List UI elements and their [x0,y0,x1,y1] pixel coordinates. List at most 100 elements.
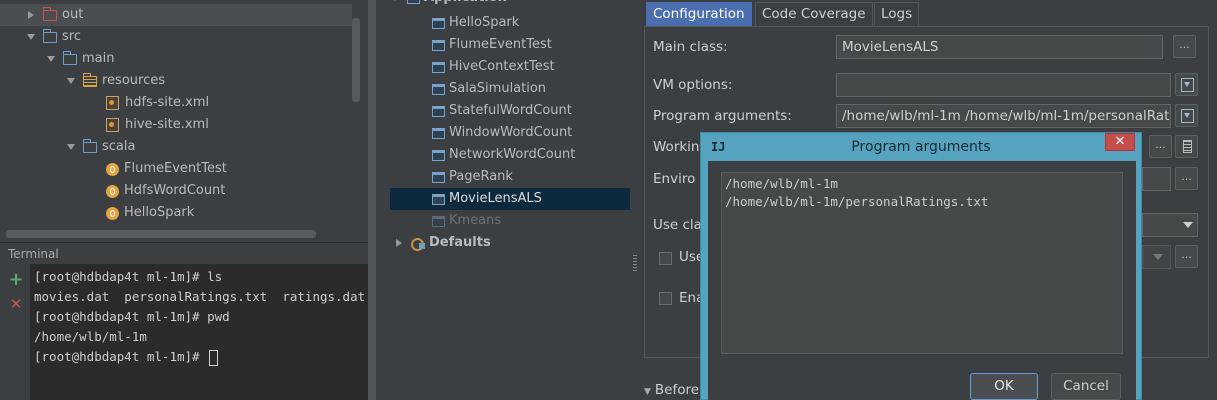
tree-item-hellospark[interactable]: HelloSpark [106,202,194,224]
tree-item-main[interactable]: main [46,48,114,70]
use-checkbox[interactable] [659,252,672,265]
run-config-tree: Application HelloSpark FlumeEventTest Hi… [376,0,632,400]
xml-file-icon [106,118,119,132]
vm-options-input[interactable] [836,73,1171,97]
collapse-arrow-icon: ▼ [644,387,651,397]
argument-line: /home/wlb/ml-1m [725,176,838,191]
collapse-arrow-icon[interactable] [66,142,76,152]
terminal-prompt-line[interactable]: [root@hdbdap4t ml-1m]# [34,347,368,367]
config-item-label: NetworkWordCount [449,147,576,162]
folder-icon [42,6,57,21]
config-item-label: Kmeans [449,213,502,228]
tree-item-scala[interactable]: scala [66,136,135,158]
tree-item-label: hive-site.xml [125,117,209,132]
tree-item-label: resources [102,73,166,88]
resources-folder-icon [82,72,97,87]
enable-checkbox[interactable] [659,292,672,305]
close-icon[interactable]: ✕ [1105,133,1135,151]
before-launch-section[interactable]: ▼ Before [644,382,699,398]
panel-splitter[interactable] [368,0,376,400]
tree-item-label: hdfs-site.xml [125,95,210,110]
config-item-statefulwordcount[interactable]: StatefulWordCount [390,100,630,122]
tree-item-src[interactable]: src [26,26,81,48]
config-item-salasimulation[interactable]: SalaSimulation [390,78,630,100]
application-config-icon [432,105,445,117]
config-item-windowwordcount[interactable]: WindowWordCount [390,122,630,144]
expand-editor-icon[interactable] [1175,73,1198,96]
application-config-icon [432,149,445,161]
browse-button[interactable]: ... [1173,35,1196,58]
splitter-grip[interactable] [633,255,637,273]
browse-button[interactable]: ... [1175,167,1198,190]
environment-variables-label: Enviro [653,171,696,187]
config-item-networkwordcount[interactable]: NetworkWordCount [390,144,630,166]
config-item-kmeans[interactable]: Kmeans [390,210,630,232]
terminal-prompt: [root@hdbdap4t ml-1m]# [34,349,208,364]
expand-arrow-icon[interactable] [394,238,404,248]
tab-code-coverage[interactable]: Code Coverage [755,2,873,26]
program-arguments-input[interactable]: /home/wlb/ml-1m /home/wlb/ml-1m/personal… [836,104,1171,128]
collapse-arrow-icon[interactable] [46,54,56,64]
config-item-label: SalaSimulation [449,81,547,96]
tree-item-resources[interactable]: resources [66,70,165,92]
config-item-hellospark[interactable]: HelloSpark [390,12,630,34]
tree-item-hdfswordcount[interactable]: HdfsWordCount [106,180,225,202]
chevron-down-icon [1183,222,1193,228]
expand-arrow-icon[interactable] [26,10,36,20]
expand-editor-icon[interactable] [1175,104,1198,127]
folder-icon [82,138,97,153]
application-config-icon [432,17,445,29]
horizontal-scrollbar[interactable] [6,230,316,238]
main-class-label: Main class: [653,39,728,55]
tree-item-hdfs-site[interactable]: hdfs-site.xml [106,92,209,114]
terminal-line: /home/wlb/ml-1m [34,329,147,344]
terminal-output: [root@hdbdap4t ml-1m]# ls movies.dat per… [34,267,368,367]
application-config-icon [432,171,445,183]
browse-button[interactable]: ... [1149,135,1172,158]
close-session-icon[interactable]: ✕ [8,296,24,312]
environment-variables-input[interactable] [1142,167,1171,191]
terminal-line: [root@hdbdap4t ml-1m]# ls [34,269,223,284]
config-item-label: HiveContextTest [449,59,555,74]
browse-button[interactable]: ... [1175,245,1198,268]
tree-item-label: main [82,51,115,66]
tree-item-out[interactable]: out [0,4,352,26]
config-item-flumeeventtest[interactable]: FlumeEventTest [390,34,630,56]
vertical-scrollbar[interactable] [352,18,360,102]
tree-item-flumeeventtest[interactable]: FlumeEventTest [106,158,227,180]
macro-list-icon[interactable] [1175,135,1198,158]
tree-item-hive-site[interactable]: hive-site.xml [106,114,209,136]
tree-item-label: HdfsWordCount [124,183,226,198]
config-group-application[interactable]: Application [390,0,630,9]
config-group-label: Application [424,0,507,9]
terminal-toolbar: + ✕ [0,264,30,400]
collapse-arrow-icon[interactable] [26,32,36,42]
tree-item-label: FlumeEventTest [124,161,227,176]
use-classpath-label: Use cla [653,217,702,233]
config-item-hivecontexttest[interactable]: HiveContextTest [390,56,630,78]
config-group-label: Defaults [429,235,491,250]
collapse-arrow-icon[interactable] [66,76,76,86]
cancel-button[interactable]: Cancel [1051,373,1121,400]
arguments-textarea[interactable]: /home/wlb/ml-1m /home/wlb/ml-1m/personal… [721,172,1123,354]
main-class-input[interactable]: MovieLensALS [836,35,1163,59]
application-config-icon [432,61,445,73]
program-arguments-dialog: IJ Program arguments ✕ /home/wlb/ml-1m /… [700,132,1142,400]
config-item-label: WindowWordCount [449,125,573,140]
application-config-icon [432,83,445,95]
tab-logs[interactable]: Logs [874,2,920,26]
list-icon [1183,140,1192,153]
scala-object-icon [106,184,119,198]
collapse-arrow-icon[interactable] [390,0,400,3]
new-session-plus-icon[interactable]: + [8,271,24,289]
config-item-pagerank[interactable]: PageRank [390,166,630,188]
tab-configuration[interactable]: Configuration [646,2,752,26]
application-config-icon [407,0,420,4]
vm-options-label: VM options: [653,77,733,93]
config-item-movielensals[interactable]: MovieLensALS [390,188,630,210]
terminal-line: movies.dat personalRatings.txt ratings.d… [34,289,366,304]
config-group-defaults[interactable]: Defaults [394,232,634,254]
folder-icon [42,28,57,43]
ok-button[interactable]: OK [970,373,1038,400]
config-item-label: HelloSpark [449,15,520,30]
